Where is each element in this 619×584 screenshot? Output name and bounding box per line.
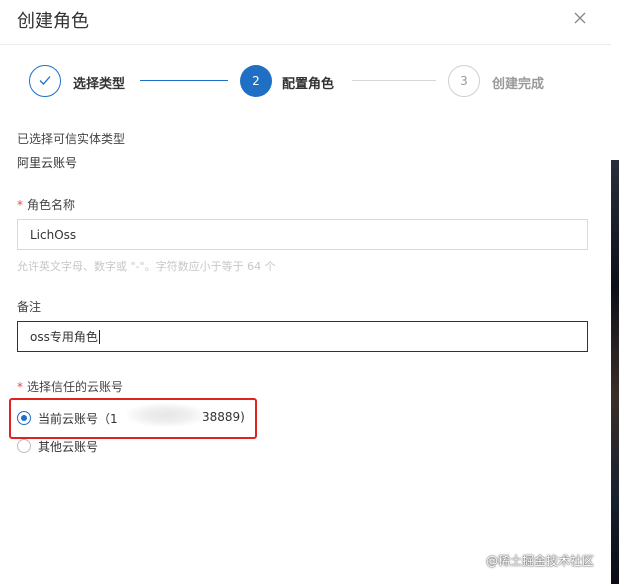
step-2-label: 配置角色	[282, 77, 335, 92]
header-divider	[0, 44, 611, 45]
background-photo	[611, 160, 619, 584]
role-name-hint: 允许英文字母、数字或 "-"。字符数应小于等于 64 个	[17, 260, 276, 273]
role-name-label: * 角色名称	[17, 196, 75, 213]
background-strip	[611, 0, 619, 584]
dialog-title: 创建角色	[17, 11, 89, 32]
step-connector-1	[140, 80, 228, 81]
radio-other-account[interactable]	[17, 439, 31, 453]
check-icon	[38, 73, 52, 90]
note-input[interactable]: oss专用角色	[17, 321, 588, 352]
entity-type-value: 阿里云账号	[17, 156, 78, 170]
trust-account-label-text: 选择信任的云账号	[27, 380, 124, 394]
create-role-dialog: 创建角色 选择类型 2 配置角色 3 创建完成 已选择可信实体类型 阿里云账号 …	[0, 0, 611, 584]
entity-type-label: 已选择可信实体类型	[17, 132, 126, 146]
role-name-label-text: 角色名称	[27, 198, 76, 212]
step-connector-2	[352, 80, 436, 81]
step-2-circle: 2	[240, 65, 272, 97]
step-1-label: 选择类型	[73, 77, 126, 92]
close-icon[interactable]	[571, 9, 589, 27]
step-3-label: 创建完成	[492, 77, 545, 92]
other-account-label[interactable]: 其他云账号	[38, 438, 98, 455]
step-3-circle: 3	[448, 65, 480, 97]
note-label: 备注	[17, 300, 42, 314]
annotation-highlight-box	[9, 398, 257, 439]
trust-account-label: * 选择信任的云账号	[17, 378, 123, 395]
note-value: oss专用角色	[30, 330, 98, 344]
watermark: @稀土掘金技术社区	[486, 554, 595, 568]
required-mark: *	[17, 198, 23, 212]
required-mark: *	[17, 380, 23, 394]
step-1-circle	[29, 65, 61, 97]
role-name-input[interactable]: LichOss	[17, 219, 588, 250]
text-caret	[98, 329, 100, 344]
role-name-value: LichOss	[30, 227, 77, 242]
